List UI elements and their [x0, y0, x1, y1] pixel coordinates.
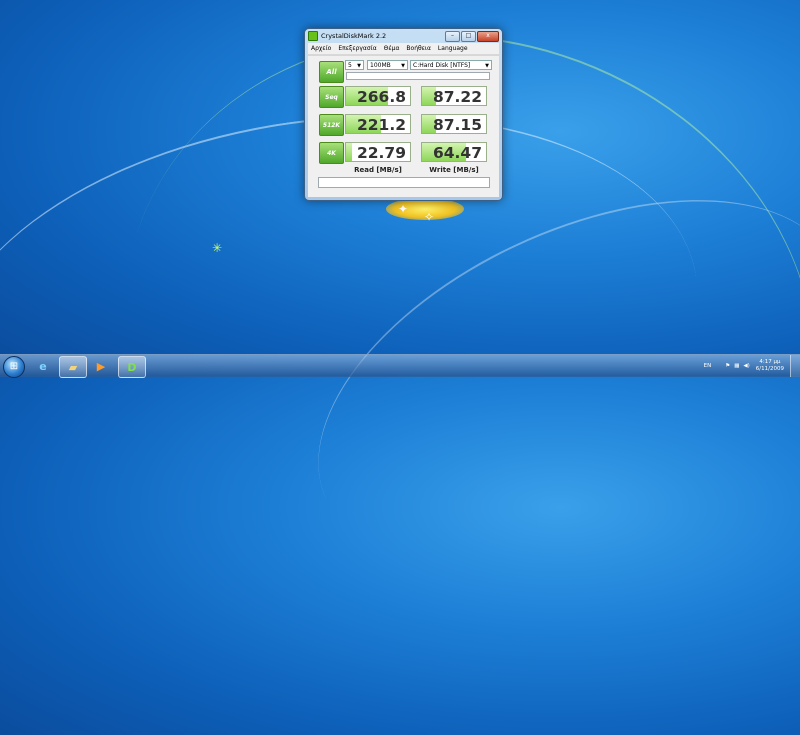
chevron-down-icon: ▼ [401, 63, 405, 69]
read-bar [346, 143, 353, 161]
status-field [346, 72, 490, 80]
size-value: 100MB [370, 62, 391, 69]
passes-value: 5 [348, 62, 352, 69]
action-center-flag-icon[interactable]: ⚑ [725, 363, 730, 369]
clock-time: 4:17 μμ [759, 359, 781, 365]
internet-explorer-icon[interactable]: e [30, 356, 56, 376]
512k-read-cell: 221.2 [345, 114, 411, 134]
network-icon[interactable]: ▦ [734, 363, 739, 369]
4k-write-value: 64.47 [432, 144, 482, 162]
taskbar: ⊞ e ▰ ▶ D EN ⚑ ▦ ◀) 4:17 μμ 6/11/2009 [0, 354, 800, 378]
maximize-button[interactable]: □ [461, 30, 476, 42]
seq-read-value: 266.8 [356, 88, 406, 106]
chevron-down-icon: ▼ [485, 63, 489, 69]
write-column-header: Write [MB/s] [429, 166, 479, 174]
seq-read-cell: 266.8 [345, 86, 411, 106]
sparkle-icon: ✳ [212, 241, 223, 255]
minimize-button[interactable]: – [445, 30, 460, 42]
drive-value: C:Hard Disk [NTFS] [413, 62, 471, 69]
4k-test-button[interactable]: 4K [319, 142, 344, 164]
language-indicator[interactable]: EN [704, 363, 712, 369]
4k-read-value: 22.79 [356, 144, 406, 162]
menu-language[interactable]: Language [438, 45, 468, 52]
4k-write-cell: 64.47 [421, 142, 487, 162]
volume-icon[interactable]: ◀) [743, 363, 749, 369]
read-column-header: Read [MB/s] [354, 166, 402, 174]
comment-field[interactable] [318, 177, 490, 188]
sparkle-icon: ✦ [398, 202, 409, 216]
512k-write-value: 87.15 [432, 116, 482, 134]
run-all-button[interactable]: All [319, 61, 344, 83]
close-button[interactable]: x [477, 30, 499, 42]
system-tray: EN ⚑ ▦ ◀) 4:17 μμ 6/11/2009 [704, 355, 800, 377]
menu-file[interactable]: Αρχείο [311, 45, 331, 52]
media-player-icon[interactable]: ▶ [88, 356, 114, 376]
chevron-down-icon: ▼ [357, 63, 361, 69]
512k-test-button[interactable]: 512K [319, 114, 344, 136]
4k-read-cell: 22.79 [345, 142, 411, 162]
512k-write-cell: 87.15 [421, 114, 487, 134]
seq-write-value: 87.22 [432, 88, 482, 106]
title-bar[interactable]: CrystalDiskMark 2.2 – □ x [305, 29, 502, 43]
size-select[interactable]: 100MB ▼ [367, 60, 408, 70]
crystaldiskmark-icon[interactable]: D [118, 356, 146, 378]
main-panel: All 5 ▼ 100MB ▼ C:Hard Disk [NTFS] ▼ Seq… [308, 56, 499, 197]
seq-write-cell: 87.22 [421, 86, 487, 106]
menu-edit[interactable]: Επεξεργασία [338, 45, 376, 52]
clock[interactable]: 4:17 μμ 6/11/2009 [756, 359, 784, 373]
menu-bar: Αρχείο Επεξεργασία Θέμα Βοήθεια Language [308, 43, 499, 55]
show-desktop-button[interactable] [790, 355, 800, 377]
menu-theme[interactable]: Θέμα [384, 45, 400, 52]
window-title: CrystalDiskMark 2.2 [321, 32, 387, 40]
512k-read-value: 221.2 [356, 116, 406, 134]
menu-help[interactable]: Βοήθεια [406, 45, 431, 52]
seq-test-button[interactable]: Seq [319, 86, 344, 108]
sparkle-icon: ✧ [424, 210, 435, 224]
drive-select[interactable]: C:Hard Disk [NTFS] ▼ [410, 60, 492, 70]
start-button[interactable]: ⊞ [3, 356, 25, 378]
crystaldiskmark-window: CrystalDiskMark 2.2 – □ x Αρχείο Επεξεργ… [304, 28, 503, 201]
windows-explorer-icon[interactable]: ▰ [59, 356, 87, 378]
passes-select[interactable]: 5 ▼ [345, 60, 364, 70]
clock-date: 6/11/2009 [755, 366, 784, 372]
app-icon [308, 31, 318, 41]
